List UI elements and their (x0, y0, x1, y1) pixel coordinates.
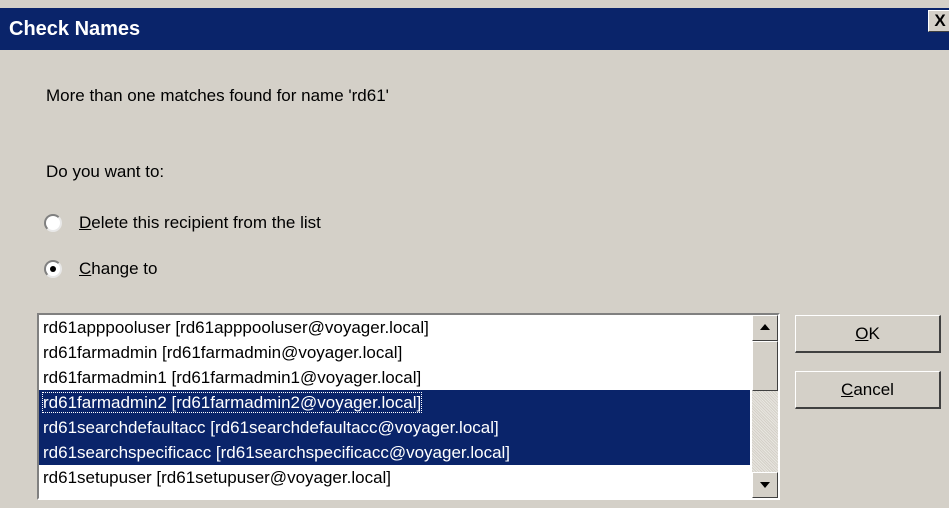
arrow-up-icon (760, 324, 770, 330)
cancel-button[interactable]: Cancel (795, 371, 941, 409)
change-option[interactable]: Change to (44, 257, 157, 281)
vertical-scrollbar[interactable] (752, 315, 778, 498)
scroll-thumb[interactable] (752, 341, 778, 391)
scroll-up-button[interactable] (752, 315, 778, 341)
list-item-text: rd61searchspecificacc [rd61searchspecifi… (43, 443, 511, 462)
recipient-listbox[interactable]: rd61apppooluser [rd61apppooluser@voyager… (37, 313, 780, 500)
list-item-text: rd61farmadmin [rd61farmadmin@voyager.loc… (43, 343, 403, 362)
prompt-text: Do you want to: (46, 162, 165, 181)
delete-option[interactable]: Delete this recipient from the list (44, 211, 321, 235)
match-message: More than one matches found for name 'rd… (46, 86, 389, 105)
list-item[interactable]: rd61apppooluser [rd61apppooluser@voyager… (39, 315, 750, 340)
list-item[interactable]: rd61farmadmin2 [rd61farmadmin2@voyager.l… (39, 390, 750, 415)
list-item[interactable]: rd61searchspecificacc [rd61searchspecifi… (39, 440, 750, 465)
scroll-down-button[interactable] (752, 472, 778, 498)
list-item[interactable]: rd61farmadmin1 [rd61farmadmin1@voyager.l… (39, 365, 750, 390)
arrow-down-icon (760, 482, 770, 488)
radio-selected-dot (50, 266, 56, 272)
list-item-text: rd61farmadmin2 [rd61farmadmin2@voyager.l… (41, 392, 423, 413)
list-item[interactable]: rd61setupuser [rd61setupuser@voyager.loc… (39, 465, 750, 490)
change-option-label: Change to (79, 259, 158, 278)
list-item[interactable]: rd61searchdefaultacc [rd61searchdefaulta… (39, 415, 750, 440)
delete-radio[interactable] (44, 214, 62, 232)
title-bar[interactable]: Check Names (0, 8, 949, 50)
list-item-text: rd61setupuser [rd61setupuser@voyager.loc… (43, 468, 392, 487)
delete-option-label: Delete this recipient from the list (79, 213, 321, 232)
close-icon: X (934, 11, 946, 30)
list-item-text: rd61searchdefaultacc [rd61searchdefaulta… (43, 418, 499, 437)
recipient-list[interactable]: rd61apppooluser [rd61apppooluser@voyager… (39, 315, 750, 498)
close-button[interactable]: X (928, 10, 949, 32)
list-item-text: rd61farmadmin1 [rd61farmadmin1@voyager.l… (43, 368, 422, 387)
change-radio[interactable] (44, 260, 62, 278)
list-item-text: rd61apppooluser [rd61apppooluser@voyager… (43, 318, 429, 337)
list-item[interactable]: rd61farmadmin [rd61farmadmin@voyager.loc… (39, 340, 750, 365)
ok-button[interactable]: OK (795, 315, 941, 353)
window-title: Check Names (9, 18, 141, 40)
